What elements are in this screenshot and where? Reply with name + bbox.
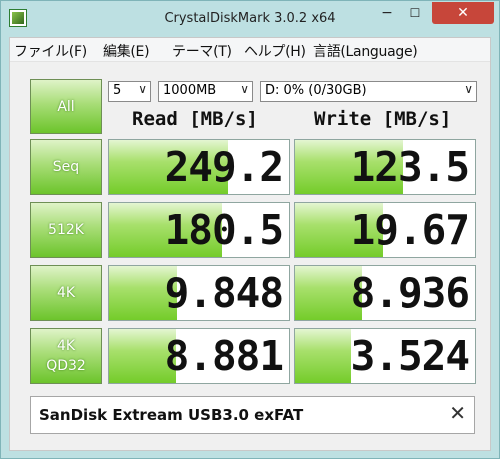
4k-read-result: 9.848	[108, 265, 290, 321]
close-button[interactable]: ✕	[432, 2, 494, 24]
test-size-select[interactable]: 1000MB ∨	[158, 81, 253, 102]
menu-bar: ファイル(F) 編集(E) テーマ(T) ヘルプ(H) 言語(Language)	[10, 38, 490, 62]
seq-write-result: 123.5	[294, 139, 476, 195]
512k-read-result: 180.5	[108, 202, 290, 258]
client-area: ファイル(F) 編集(E) テーマ(T) ヘルプ(H) 言語(Language)…	[9, 37, 491, 451]
4k-qd32-test-button[interactable]: 4K QD32	[30, 328, 102, 384]
4k-qd32-write-value: 3.524	[350, 332, 470, 380]
seq-read-value: 249.2	[164, 143, 284, 191]
drive-value: D: 0% (0/30GB)	[265, 83, 367, 98]
4k-label: 4K	[56, 285, 76, 301]
4k-write-result: 8.936	[294, 265, 476, 321]
comment-field[interactable]: SanDisk Extream USB3.0 exFAT ✕	[30, 396, 475, 434]
512k-label: 512K	[48, 222, 84, 238]
seq-write-value: 123.5	[350, 143, 470, 191]
menu-edit[interactable]: 編集(E)	[103, 41, 150, 61]
512k-write-result: 19.67	[294, 202, 476, 258]
seq-test-button[interactable]: Seq	[30, 139, 102, 195]
clear-icon[interactable]: ✕	[449, 401, 466, 425]
chevron-down-icon: ∨	[138, 82, 147, 96]
comment-text[interactable]: SanDisk Extream USB3.0 exFAT	[39, 406, 303, 424]
4k-write-value: 8.936	[350, 269, 470, 317]
read-header: Read [MB/s]	[132, 108, 258, 130]
chevron-down-icon: ∨	[240, 82, 249, 96]
test-count-value: 5	[113, 83, 122, 98]
write-header: Write [MB/s]	[314, 108, 452, 130]
menu-file[interactable]: ファイル(F)	[14, 41, 87, 61]
all-button-label: All	[57, 98, 75, 115]
4k-qd32-label-line2: QD32	[46, 358, 86, 374]
4k-read-value: 9.848	[164, 269, 284, 317]
menu-help[interactable]: ヘルプ(H)	[244, 41, 306, 61]
512k-write-value: 19.67	[350, 206, 470, 254]
seq-label: Seq	[52, 159, 80, 175]
512k-test-button[interactable]: 512K	[30, 202, 102, 258]
4k-qd32-read-value: 8.881	[164, 332, 284, 380]
title-bar[interactable]: CrystalDiskMark 3.0.2 x64 − ☐ ✕	[1, 1, 499, 37]
chevron-down-icon: ∨	[464, 82, 473, 96]
minimize-button[interactable]: −	[373, 2, 401, 24]
seq-read-result: 249.2	[108, 139, 290, 195]
4k-qd32-write-bar	[295, 329, 351, 383]
4k-qd32-read-result: 8.881	[108, 328, 290, 384]
menu-language[interactable]: 言語(Language)	[313, 41, 418, 61]
4k-qd32-write-result: 3.524	[294, 328, 476, 384]
drive-select[interactable]: D: 0% (0/30GB) ∨	[260, 81, 477, 102]
maximize-button[interactable]: ☐	[401, 2, 429, 24]
512k-read-value: 180.5	[164, 206, 284, 254]
menu-theme[interactable]: テーマ(T)	[172, 41, 232, 61]
4k-test-button[interactable]: 4K	[30, 265, 102, 321]
test-size-value: 1000MB	[163, 83, 217, 98]
4k-qd32-label-line1: 4K	[56, 338, 76, 354]
test-count-select[interactable]: 5 ∨	[108, 81, 151, 102]
app-window: CrystalDiskMark 3.0.2 x64 − ☐ ✕ ファイル(F) …	[0, 0, 500, 459]
all-button[interactable]: All	[30, 79, 102, 134]
